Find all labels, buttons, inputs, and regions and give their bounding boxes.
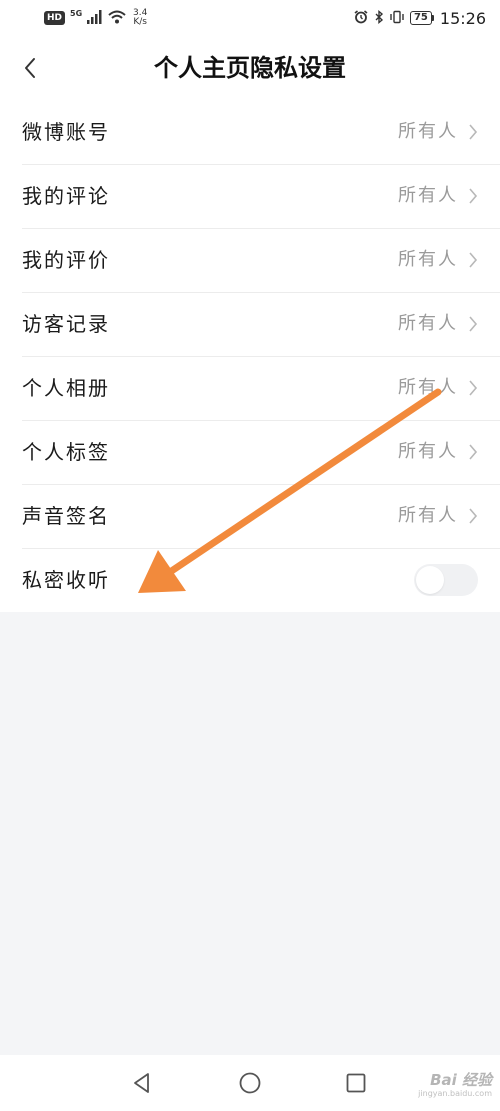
header: 个人主页隐私设置 [0,36,500,100]
network-speed: 3.4 K/s [131,9,149,27]
status-time: 15:26 [439,8,486,28]
signal-icon [87,9,103,28]
watermark-sub: jingyan.baidu.com [418,1089,492,1098]
setting-row-my-reviews[interactable]: 我的评价 所有人 [0,228,500,292]
wifi-icon [108,9,126,28]
recents-square-icon [346,1073,366,1093]
chevron-right-icon [469,444,478,460]
setting-row-private-listen: 私密收听 [0,548,500,612]
nav-back-button[interactable] [128,1069,156,1097]
setting-value: 所有人 [398,441,458,462]
battery-tip [431,15,434,21]
setting-label: 我的评论 [22,184,110,208]
chevron-right-icon [469,124,478,140]
system-nav-bar: Bai 经验 jingyan.baidu.com [0,1055,500,1111]
setting-label: 声音签名 [22,504,110,528]
settings-list: 微博账号 所有人 我的评论 所有人 我的评价 所有人 访客记录 所有人 个人相册… [0,100,500,612]
setting-row-personal-tags[interactable]: 个人标签 所有人 [0,420,500,484]
hd-badge: HD [44,11,66,25]
network-type: 5G [70,9,83,18]
setting-label: 访客记录 [22,312,110,336]
setting-row-visitor-log[interactable]: 访客记录 所有人 [0,292,500,356]
setting-row-weibo-account[interactable]: 微博账号 所有人 [0,100,500,164]
status-right: 75 15:26 [354,8,486,28]
setting-value: 所有人 [398,377,458,398]
vibrate-icon [390,9,404,28]
bluetooth-icon [374,9,384,28]
chevron-right-icon [469,188,478,204]
nav-home-button[interactable] [236,1069,264,1097]
setting-value: 所有人 [398,313,458,334]
setting-row-my-comments[interactable]: 我的评论 所有人 [0,164,500,228]
chevron-right-icon [469,316,478,332]
battery-icon: 75 [409,11,434,25]
setting-value: 所有人 [398,249,458,270]
chevron-right-icon [469,508,478,524]
chevron-right-icon [469,252,478,268]
page-title: 个人主页隐私设置 [154,54,346,82]
status-bar: HD 5G 3.4 K/s 75 15:26 [0,0,500,36]
alarm-icon [354,9,368,28]
setting-value: 所有人 [398,185,458,206]
private-listen-toggle[interactable] [414,564,478,596]
chevron-right-icon [469,380,478,396]
setting-label: 私密收听 [22,568,110,592]
status-left: HD 5G 3.4 K/s [44,9,149,27]
back-triangle-icon [134,1073,149,1093]
setting-row-personal-album[interactable]: 个人相册 所有人 [0,356,500,420]
setting-label: 个人标签 [22,440,110,464]
setting-value: 所有人 [398,121,458,142]
nav-recents-button[interactable] [342,1069,370,1097]
setting-label: 我的评价 [22,248,110,272]
toggle-knob [416,566,444,594]
speed-unit: K/s [133,17,147,27]
watermark: Bai 经验 [430,1071,492,1089]
setting-label: 个人相册 [22,376,110,400]
setting-label: 微博账号 [22,120,110,144]
battery-level: 75 [409,11,432,25]
home-circle-icon [239,1072,261,1094]
setting-row-voice-signature[interactable]: 声音签名 所有人 [0,484,500,548]
setting-value: 所有人 [398,505,458,526]
